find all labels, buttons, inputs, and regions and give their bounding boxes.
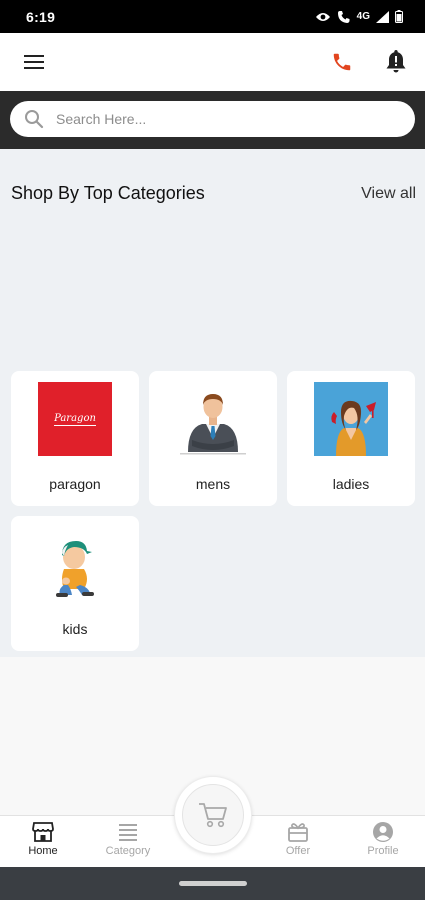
- bell-alert-icon: [386, 50, 406, 73]
- nav-profile[interactable]: Profile: [348, 821, 418, 857]
- category-card-ladies[interactable]: ladies: [287, 371, 415, 506]
- wifi-call-icon: [337, 10, 350, 23]
- search-input[interactable]: [56, 111, 376, 127]
- status-icons: 4G: [315, 10, 403, 24]
- man-in-suit-image: [176, 382, 250, 456]
- battery-icon: [395, 10, 403, 23]
- category-card-kids[interactable]: kids: [11, 516, 139, 651]
- search-box[interactable]: [10, 101, 415, 137]
- nav-offer[interactable]: Offer: [263, 821, 333, 857]
- phone-icon: [333, 53, 351, 71]
- cart-button-inner: [182, 784, 244, 846]
- nav-home[interactable]: Home: [8, 821, 78, 857]
- nav-category[interactable]: Category: [93, 821, 163, 857]
- search-icon: [25, 110, 44, 129]
- nav-label: Category: [105, 845, 151, 857]
- section-header: Shop By Top Categories View all: [11, 183, 416, 204]
- network-type: 4G: [356, 11, 370, 22]
- category-card-mens[interactable]: mens: [149, 371, 277, 506]
- list-icon: [119, 824, 137, 841]
- category-label: mens: [195, 476, 231, 492]
- status-bar: 6:19 4G: [0, 0, 425, 33]
- paragon-logo: Paragon: [38, 382, 112, 456]
- status-time: 6:19: [26, 8, 56, 25]
- search-band: [0, 91, 425, 149]
- notifications-button[interactable]: [381, 47, 411, 77]
- section-title: Shop By Top Categories: [11, 183, 205, 203]
- category-card-paragon[interactable]: Paragon paragon: [11, 371, 139, 506]
- gift-icon: [288, 823, 308, 842]
- cart-icon: [199, 803, 227, 828]
- eye-icon: [315, 12, 330, 21]
- woman-with-shoe-image: [314, 382, 388, 456]
- app-header: [0, 33, 425, 91]
- call-button[interactable]: [327, 47, 357, 77]
- person-icon: [373, 822, 393, 842]
- paragon-logo-text: Paragon: [54, 412, 96, 426]
- system-gesture-bar: [0, 867, 425, 900]
- nav-label: Home: [28, 845, 58, 857]
- home-gesture-handle[interactable]: [178, 881, 247, 886]
- category-label: kids: [62, 621, 88, 637]
- view-all-link[interactable]: View all: [361, 185, 416, 203]
- nav-label: Profile: [367, 845, 399, 857]
- child-in-cap-image: [38, 527, 112, 601]
- category-label: paragon: [49, 476, 101, 492]
- category-label: ladies: [332, 476, 370, 492]
- menu-button[interactable]: [19, 47, 49, 77]
- store-icon: [32, 822, 54, 842]
- signal-icon: [376, 10, 389, 23]
- nav-label: Offer: [285, 845, 311, 857]
- hamburger-icon: [24, 55, 44, 69]
- cart-button[interactable]: [175, 777, 251, 853]
